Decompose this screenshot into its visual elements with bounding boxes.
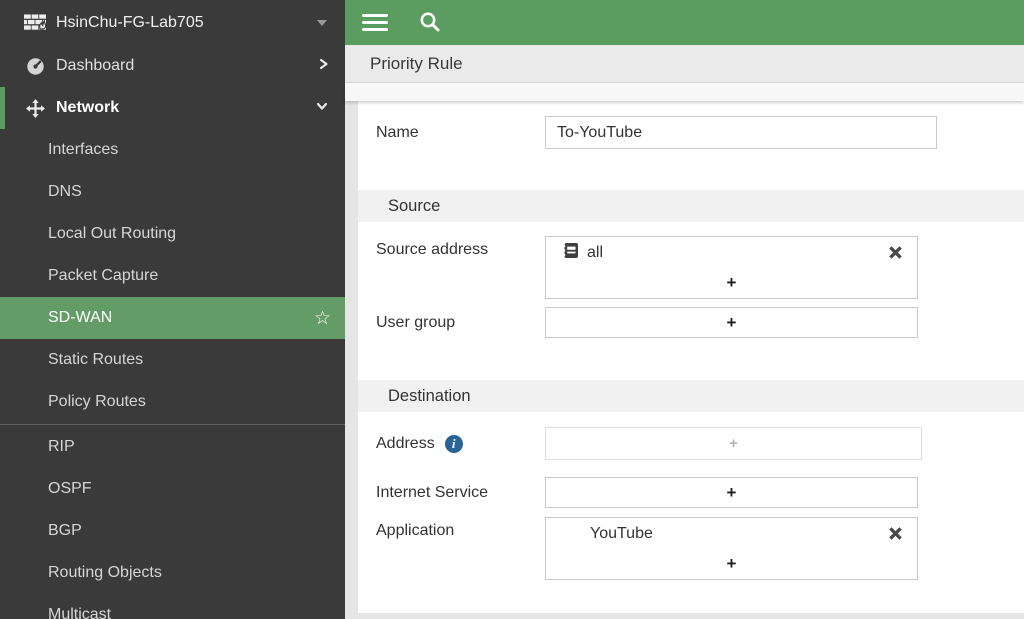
device-name: HsinChu-FG-Lab705 — [56, 14, 317, 32]
sidebar-item-dns[interactable]: DNS — [0, 171, 345, 213]
sidebar-item-label: Interfaces — [48, 141, 331, 159]
application-field: YouTube + — [545, 517, 918, 580]
sidebar-item-multicast[interactable]: Multicast — [0, 594, 345, 619]
destination-address-label: Address i — [376, 435, 545, 453]
source-address-row: Source address — [358, 236, 1024, 299]
page-title-text: Priority Rule — [370, 54, 463, 74]
favorite-star-icon[interactable]: ☆ — [314, 309, 331, 328]
sidebar-item-label: RIP — [48, 438, 331, 456]
sidebar-item-dashboard[interactable]: Dashboard — [0, 45, 345, 87]
sidebar-item-interfaces[interactable]: Interfaces — [0, 129, 345, 171]
destination-section-label: Destination — [388, 387, 471, 406]
chevron-right-icon — [317, 57, 329, 76]
user-group-add-button[interactable]: + — [545, 307, 918, 338]
device-caret-down-icon — [317, 20, 327, 26]
internet-service-label: Internet Service — [376, 484, 545, 502]
source-address-field: all + — [545, 236, 918, 299]
source-address-add-button[interactable]: + — [546, 268, 917, 298]
chevron-down-icon — [315, 99, 329, 117]
sidebar-item-label: SD-WAN — [48, 309, 314, 327]
entry-name: all — [587, 244, 603, 262]
sidebar-divider — [0, 424, 345, 425]
priority-rule-form: Name Source Source address — [358, 101, 1024, 613]
internet-service-add-button[interactable]: + — [545, 477, 918, 508]
move-arrows-icon — [24, 99, 46, 118]
sidebar-item-network[interactable]: Network — [0, 87, 345, 129]
sidebar-item-sd-wan[interactable]: SD-WAN ☆ — [0, 297, 345, 339]
sidebar-item-packet-capture[interactable]: Packet Capture — [0, 255, 345, 297]
user-group-row: User group + — [358, 307, 1024, 338]
sidebar-item-label: Policy Routes — [48, 393, 331, 411]
user-group-label: User group — [376, 314, 545, 332]
application-add-button[interactable]: + — [546, 549, 917, 579]
gauge-icon — [24, 57, 46, 76]
source-section-header: Source — [358, 190, 1024, 222]
name-row: Name — [358, 116, 1024, 149]
top-green-bar — [345, 0, 1024, 45]
internet-service-row: Internet Service + — [358, 477, 1024, 508]
sidebar-item-label: Routing Objects — [48, 564, 331, 582]
application-row: Application YouTube + — [358, 517, 1024, 580]
content-area: Name Source Source address — [345, 101, 1024, 619]
fortigate-logo-icon — [24, 13, 46, 32]
page-title: Priority Rule — [345, 45, 1024, 83]
application-label: Application — [376, 517, 545, 540]
sidebar-item-label: Local Out Routing — [48, 225, 331, 243]
main-area: Priority Rule Name Source Source address — [345, 0, 1024, 619]
sidebar-item-bgp[interactable]: BGP — [0, 510, 345, 552]
menu-icon[interactable] — [362, 10, 388, 34]
info-icon[interactable]: i — [445, 435, 463, 453]
sidebar-item-label: Static Routes — [48, 351, 331, 369]
destination-address-label-text: Address — [376, 435, 435, 453]
sidebar-item-label: Dashboard — [56, 57, 317, 75]
sidebar-item-label: Multicast — [48, 606, 331, 619]
source-address-entry-all[interactable]: all — [546, 237, 917, 268]
source-address-label: Source address — [376, 236, 545, 259]
remove-entry-icon[interactable] — [888, 245, 903, 260]
application-entry-youtube[interactable]: YouTube — [546, 518, 917, 549]
name-input[interactable] — [545, 116, 937, 149]
sidebar: HsinChu-FG-Lab705 Dashboard — [0, 0, 345, 619]
sidebar-item-policy-routes[interactable]: Policy Routes — [0, 381, 345, 423]
source-section-label: Source — [388, 197, 440, 216]
sidebar-item-routing-objects[interactable]: Routing Objects — [0, 552, 345, 594]
destination-address-add-button-disabled: + — [545, 427, 922, 460]
search-icon[interactable] — [419, 11, 442, 34]
toolbar-strip — [345, 83, 1024, 101]
entry-name: YouTube — [590, 525, 653, 543]
destination-section-header: Destination — [358, 380, 1024, 412]
sidebar-item-local-out-routing[interactable]: Local Out Routing — [0, 213, 345, 255]
sidebar-item-rip[interactable]: RIP — [0, 426, 345, 468]
address-object-icon — [562, 242, 579, 264]
sidebar-item-label: Packet Capture — [48, 267, 331, 285]
device-selector[interactable]: HsinChu-FG-Lab705 — [0, 0, 345, 45]
sidebar-item-label: Network — [56, 99, 315, 117]
remove-entry-icon[interactable] — [888, 526, 903, 541]
sidebar-item-label: OSPF — [48, 480, 331, 498]
sidebar-item-ospf[interactable]: OSPF — [0, 468, 345, 510]
sidebar-item-label: DNS — [48, 183, 331, 201]
destination-address-row: Address i + — [358, 427, 1024, 460]
fortigate-app-window: HsinChu-FG-Lab705 Dashboard — [0, 0, 1024, 619]
sidebar-item-static-routes[interactable]: Static Routes — [0, 339, 345, 381]
name-label: Name — [376, 124, 545, 142]
sidebar-item-label: BGP — [48, 522, 331, 540]
